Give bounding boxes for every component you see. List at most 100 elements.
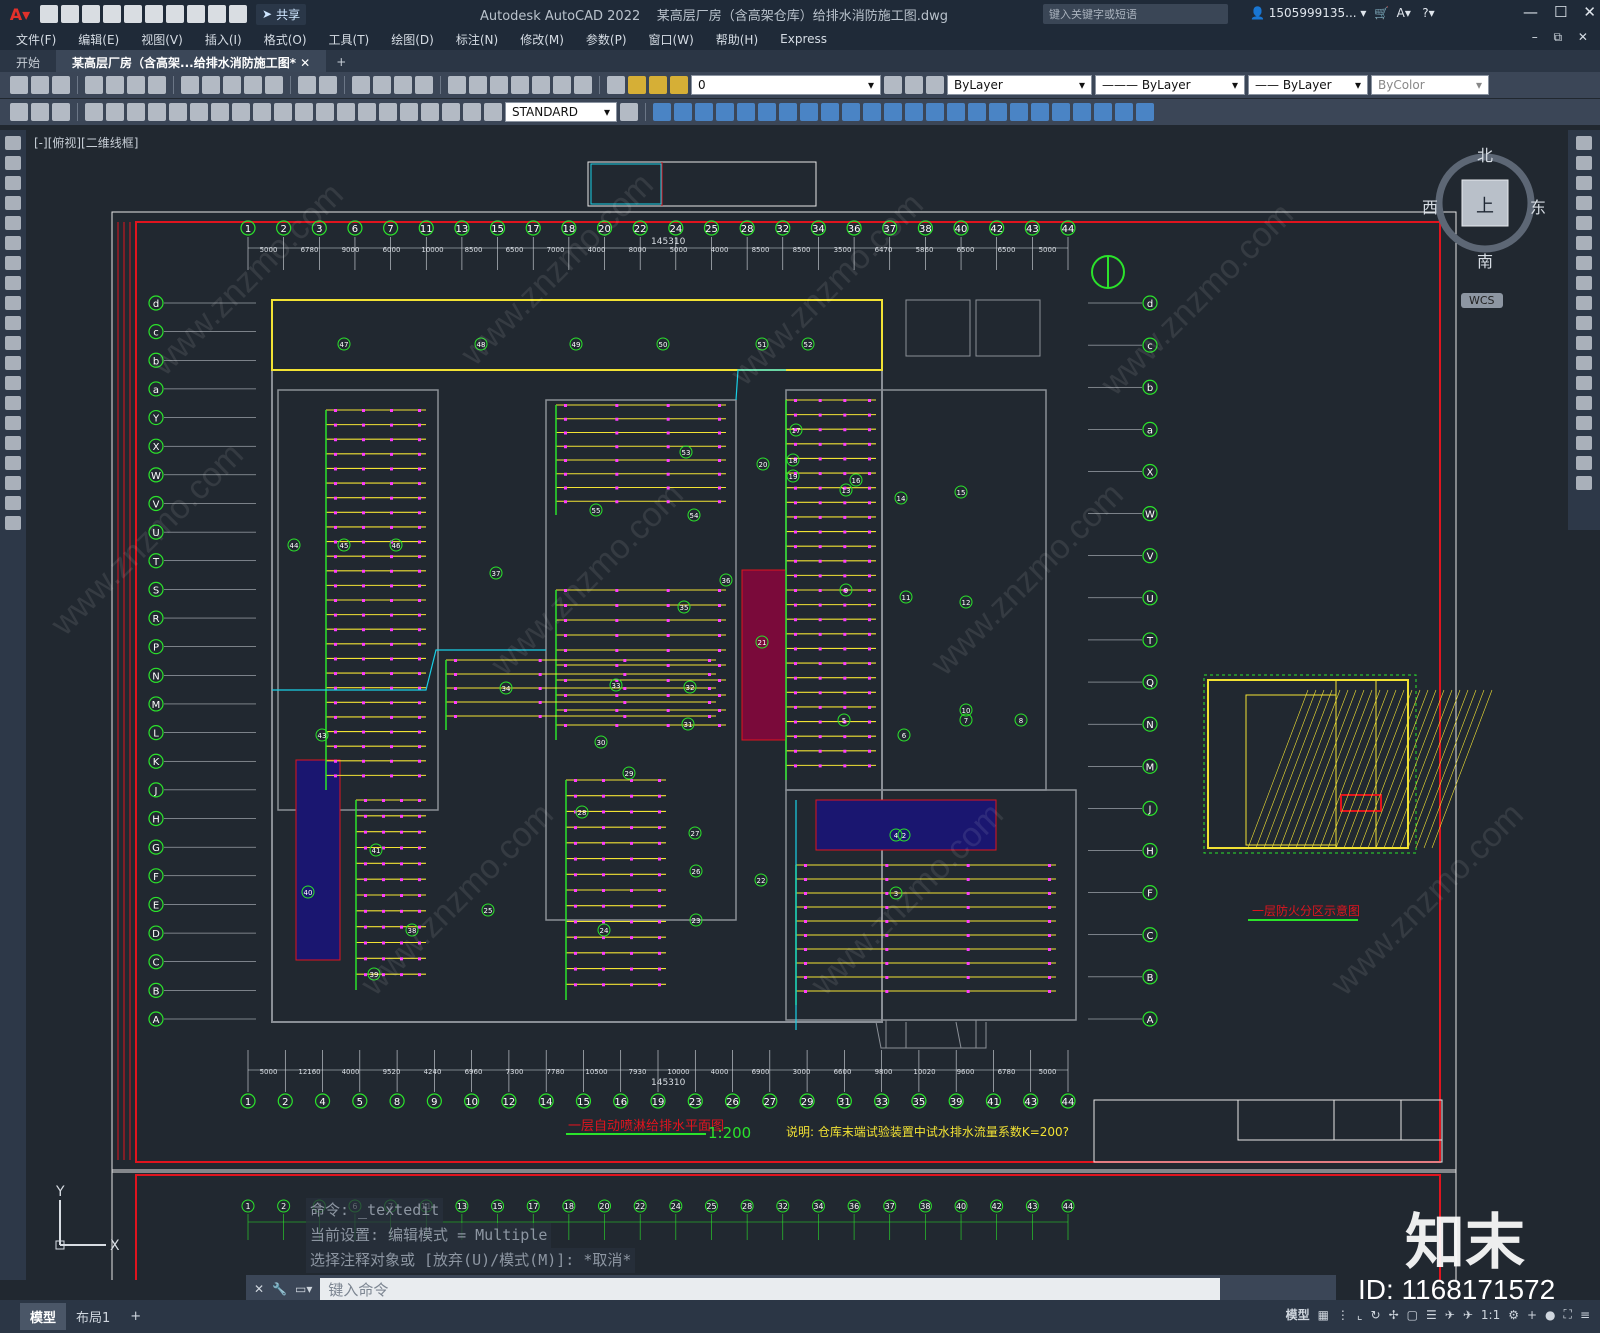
redo-icon[interactable] — [319, 76, 337, 94]
baseline-icon[interactable] — [274, 103, 292, 121]
polyline-icon[interactable] — [5, 176, 21, 190]
stretch-icon[interactable] — [821, 103, 839, 121]
layer-freeze-icon[interactable] — [649, 76, 667, 94]
color-select[interactable]: ByLayer ▾ — [947, 75, 1092, 95]
viewcube-top-face[interactable]: 上 — [1476, 192, 1494, 218]
plotstyle-select[interactable]: ByColor ▾ — [1371, 75, 1489, 95]
extend-icon[interactable] — [863, 103, 881, 121]
angular-icon[interactable] — [232, 103, 250, 121]
extend-icon[interactable] — [1576, 336, 1592, 350]
model-space-button[interactable]: 模型 — [1286, 1306, 1310, 1323]
copy-icon[interactable] — [202, 76, 220, 94]
construction-line-icon[interactable] — [5, 156, 21, 170]
layer-properties-icon[interactable] — [607, 76, 625, 94]
plot-icon[interactable] — [166, 5, 184, 23]
compass-west[interactable]: 西 — [1422, 194, 1438, 218]
dwf-icon[interactable] — [148, 76, 166, 94]
offset-icon[interactable] — [716, 103, 734, 121]
maximize-icon[interactable]: ☐ — [1554, 3, 1567, 21]
save-icon[interactable] — [52, 76, 70, 94]
break-icon[interactable] — [884, 103, 902, 121]
ellipse-icon[interactable] — [5, 316, 21, 330]
print-preview-icon[interactable] — [106, 76, 124, 94]
spline-edit-icon[interactable] — [1073, 103, 1091, 121]
layer-on-icon[interactable] — [628, 76, 646, 94]
linetype-select[interactable]: ——— ByLayer ▾ — [1095, 75, 1245, 95]
draworder-icon[interactable] — [989, 103, 1007, 121]
offset-icon[interactable] — [1576, 196, 1592, 210]
zoom-realtime-icon[interactable] — [373, 76, 391, 94]
mirror-icon[interactable] — [1576, 176, 1592, 190]
text-style-select[interactable]: STANDARD ▾ — [505, 102, 617, 122]
group-icon[interactable] — [1010, 103, 1028, 121]
block-editor-icon[interactable] — [265, 76, 283, 94]
open-file-icon[interactable] — [61, 5, 79, 23]
mirror-icon[interactable] — [695, 103, 713, 121]
tab-layout1[interactable]: 布局1 — [66, 1303, 120, 1330]
tab-model[interactable]: 模型 — [20, 1303, 67, 1330]
trim-icon[interactable] — [842, 103, 860, 121]
doc-window-controls[interactable]: – ⧉ ✕ — [1532, 30, 1594, 45]
spline-icon[interactable] — [5, 296, 21, 310]
trim-icon[interactable] — [1576, 316, 1592, 330]
hatch-icon[interactable] — [5, 416, 21, 430]
grid-icon[interactable]: ▦ — [1318, 1308, 1329, 1322]
jogged-linear-icon[interactable] — [421, 103, 439, 121]
explode-icon[interactable] — [968, 103, 986, 121]
break-icon[interactable] — [1576, 376, 1592, 390]
snap-icon[interactable]: ⋮ — [1337, 1308, 1349, 1322]
share-button[interactable]: ➤ 共享 — [256, 3, 307, 25]
menu-window[interactable]: 窗口(W) — [649, 31, 694, 48]
save-as-icon[interactable] — [103, 5, 121, 23]
help-icon[interactable] — [574, 76, 592, 94]
menu-express[interactable]: Express — [780, 32, 827, 46]
move-icon[interactable] — [1576, 236, 1592, 250]
save-icon[interactable] — [82, 5, 100, 23]
print-icon[interactable] — [85, 76, 103, 94]
ordinate-icon[interactable] — [148, 103, 166, 121]
zoom-previous-icon[interactable] — [415, 76, 433, 94]
insert-block-icon[interactable] — [5, 356, 21, 370]
tool-palettes-icon[interactable] — [490, 76, 508, 94]
compass-north[interactable]: 北 — [1477, 142, 1493, 166]
search-input[interactable]: 键入关键字或短语 — [1043, 4, 1228, 24]
fillet-icon[interactable] — [947, 103, 965, 121]
dim-update-icon[interactable] — [31, 103, 49, 121]
redo-icon[interactable] — [208, 5, 226, 23]
lineweight-select[interactable]: —— ByLayer ▾ — [1248, 75, 1368, 95]
revcloud-icon[interactable] — [5, 276, 21, 290]
erase-icon[interactable] — [1576, 136, 1592, 150]
paste-icon[interactable] — [223, 76, 241, 94]
erase-icon[interactable] — [653, 103, 671, 121]
object-snap-icon[interactable]: ▢ — [1407, 1308, 1418, 1322]
fullscreen-icon[interactable]: ⛶ — [1564, 1307, 1572, 1322]
layer-select[interactable]: 0 ▾ — [691, 75, 881, 95]
compass-south[interactable]: 南 — [1477, 248, 1493, 272]
customize-command-icon[interactable]: 🔧 — [272, 1282, 287, 1296]
save-web-icon[interactable] — [145, 5, 163, 23]
dim-override-icon[interactable] — [52, 103, 70, 121]
layer-state-icon[interactable] — [926, 76, 944, 94]
polygon-icon[interactable] — [5, 196, 21, 210]
menu-format[interactable]: 格式(O) — [264, 31, 307, 48]
tab-start[interactable]: 开始 — [0, 50, 56, 72]
dim-style-manager-icon[interactable] — [620, 103, 638, 121]
menu-tools[interactable]: 工具(T) — [329, 31, 370, 48]
customization-icon[interactable]: ≡ — [1580, 1308, 1590, 1322]
join-icon[interactable] — [1576, 396, 1592, 410]
fillet-icon[interactable] — [1576, 436, 1592, 450]
gradient-icon[interactable] — [5, 436, 21, 450]
user-account[interactable]: 👤 1505999135... ▾ 🛒 A▾ ?▾ — [1250, 6, 1435, 20]
add-layout-button[interactable]: + — [120, 1305, 151, 1328]
open-icon[interactable] — [31, 76, 49, 94]
radius-icon[interactable] — [169, 103, 187, 121]
chamfer-icon[interactable] — [926, 103, 944, 121]
annotation-visibility-icon[interactable]: ✈ — [1445, 1308, 1455, 1322]
menu-dimension[interactable]: 标注(N) — [456, 31, 498, 48]
menu-modify[interactable]: 修改(M) — [520, 31, 564, 48]
region-icon[interactable] — [5, 456, 21, 470]
move-icon[interactable] — [758, 103, 776, 121]
inspection-icon[interactable] — [400, 103, 418, 121]
osnap-icon[interactable]: ✢ — [1389, 1308, 1399, 1322]
layer-previous-icon[interactable] — [905, 76, 923, 94]
